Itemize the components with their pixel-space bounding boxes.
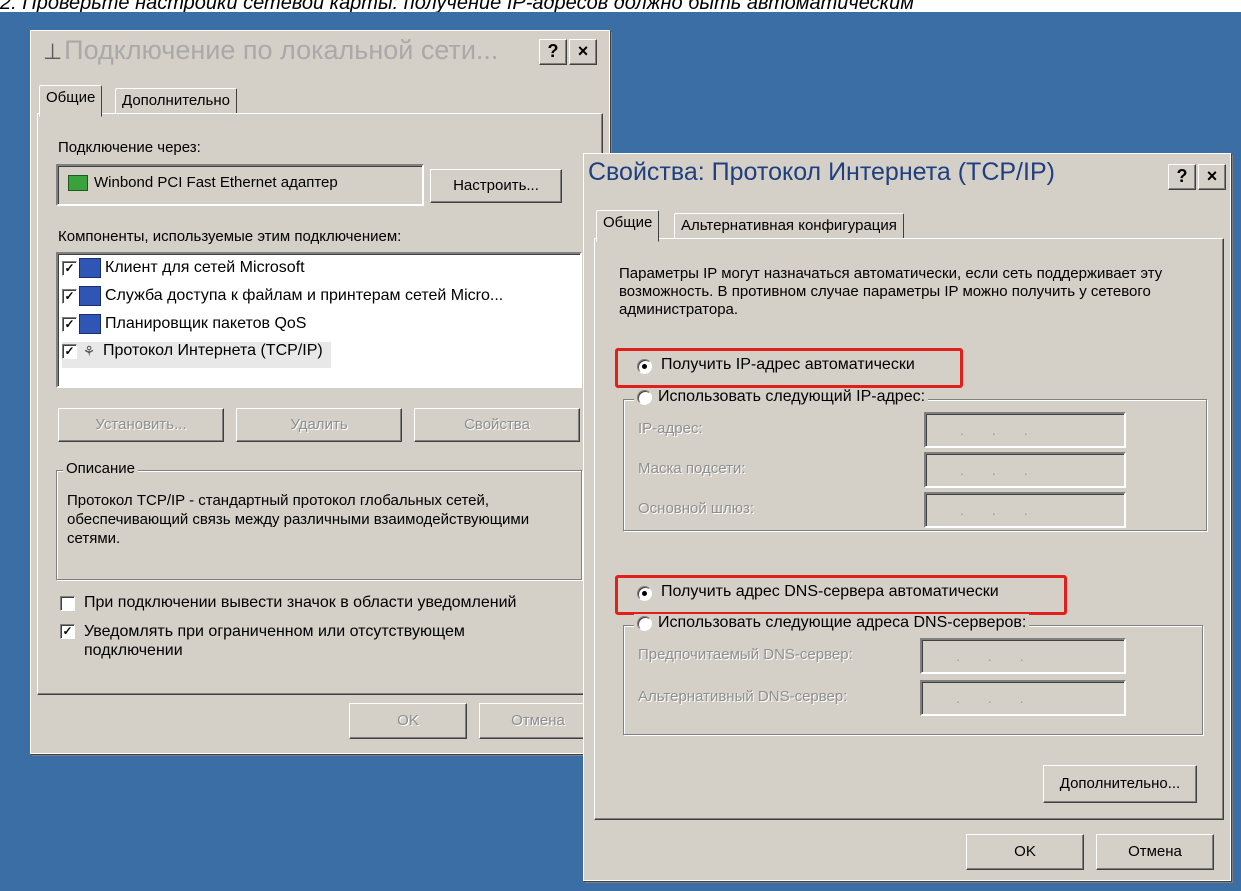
network-connection-icon: ⊥	[43, 39, 63, 64]
preferred-dns-label: Предпочитаемый DNS-сервер:	[638, 646, 853, 663]
subnet-mask-label: Маска подсети:	[638, 460, 746, 477]
ok-button[interactable]: OK	[349, 703, 467, 739]
description-text: Протокол TCP/IP - стандартный протокол г…	[67, 492, 530, 547]
gateway-label: Основной шлюз:	[638, 500, 755, 517]
tab-panel: Параметры IP могут назначаться автоматич…	[594, 238, 1224, 820]
properties-button[interactable]: Свойства	[414, 408, 580, 442]
component-label: Служба доступа к файлам и принтерам сете…	[105, 287, 504, 305]
remove-button[interactable]: Удалить	[236, 408, 402, 442]
window-title: Свойства: Протокол Интернета (TCP/IP)	[588, 158, 1055, 186]
component-checkbox[interactable]: ✓	[62, 343, 77, 359]
dns-manual-label: Использовать следующие адреса DNS-сервер…	[658, 614, 1027, 631]
help-button[interactable]: ?	[1168, 164, 1196, 190]
dns-auto-label: Получить адрес DNS-сервера автоматически	[661, 583, 999, 600]
close-button[interactable]: ×	[569, 39, 597, 65]
connect-via-label: Подключение через:	[58, 139, 201, 156]
subnet-mask-field[interactable]: ...	[924, 452, 1126, 488]
file-printer-sharing-icon	[79, 286, 101, 306]
instruction-caption: 2. Проверьте настройки сетевой карты: по…	[0, 0, 914, 12]
component-label: Планировщик пакетов QoS	[105, 315, 307, 333]
title-bar[interactable]: ⊥Подключение по локальной сети... ? ×	[33, 33, 607, 73]
install-button[interactable]: Установить...	[58, 408, 224, 442]
cancel-button[interactable]: Отмена	[479, 703, 597, 739]
adapter-box: Winbond PCI Fast Ethernet адаптер	[56, 164, 424, 206]
qos-scheduler-icon	[79, 314, 101, 334]
local-connection-properties-window: ⊥Подключение по локальной сети... ? × Об…	[30, 30, 610, 754]
ip-address-label: IP-адрес:	[638, 420, 703, 437]
advanced-button[interactable]: Дополнительно...	[1043, 765, 1197, 803]
notify-label: Уведомлять при ограниченном или отсутств…	[84, 623, 465, 659]
tcpip-properties-window: Свойства: Протокол Интернета (TCP/IP) ? …	[583, 153, 1231, 881]
list-item[interactable]: ✓ Планировщик пакетов QoS	[62, 314, 306, 340]
components-label: Компоненты, используемые этим подключени…	[58, 228, 402, 245]
window-title: Подключение по локальной сети...	[64, 35, 499, 65]
preferred-dns-field[interactable]: ...	[920, 638, 1126, 674]
alternate-dns-field[interactable]: ...	[920, 680, 1126, 716]
tab-general[interactable]: Общие	[39, 85, 103, 117]
list-item[interactable]: ✓ ⚘ Протокол Интернета (TCP/IP)	[62, 342, 331, 368]
list-item[interactable]: ✓ Служба доступа к файлам и принтерам сет…	[62, 286, 503, 312]
ip-manual-label: Использовать следующий IP-адрес:	[658, 388, 926, 405]
help-button[interactable]: ?	[539, 39, 567, 65]
info-text: Параметры IP могут назначаться автоматич…	[619, 265, 1163, 318]
tab-general[interactable]: Общие	[596, 210, 660, 242]
gateway-field[interactable]: ...	[924, 492, 1126, 528]
description-title: Описание	[63, 460, 139, 477]
network-client-icon	[79, 258, 101, 278]
dns-auto-radio[interactable]	[637, 586, 652, 601]
component-label: Клиент для сетей Microsoft	[105, 259, 305, 277]
title-bar[interactable]: Свойства: Протокол Интернета (TCP/IP) ? …	[586, 156, 1228, 196]
ip-auto-label: Получить IP-адрес автоматически	[661, 356, 915, 373]
components-list[interactable]: ✓ Клиент для сетей Microsoft ✓ Служба дост…	[56, 252, 582, 388]
cancel-button[interactable]: Отмена	[1096, 834, 1214, 870]
network-protocol-icon: ⚘	[82, 343, 96, 359]
tab-alternate-config[interactable]: Альтернативная конфигурация	[674, 213, 904, 239]
manual-ip-group: Использовать следующий IP-адрес: IP-адре…	[623, 388, 1207, 531]
adapter-name: Winbond PCI Fast Ethernet адаптер	[94, 174, 338, 191]
dns-manual-radio[interactable]	[637, 615, 652, 631]
ip-auto-radio[interactable]	[637, 359, 652, 374]
show-icon-checkbox[interactable]	[60, 596, 75, 611]
close-button[interactable]: ×	[1198, 164, 1226, 190]
component-checkbox[interactable]: ✓	[62, 288, 77, 304]
show-icon-label: При подключении вывести значок в области…	[84, 594, 517, 611]
tab-panel: Подключение через: Winbond PCI Fast Ethe…	[37, 113, 603, 695]
ip-address-field[interactable]: ...	[924, 412, 1126, 448]
list-item[interactable]: ✓ Клиент для сетей Microsoft	[62, 258, 305, 284]
manual-dns-group: Использовать следующие адреса DNS-сервер…	[623, 614, 1203, 735]
configure-button[interactable]: Настроить...	[430, 169, 562, 203]
alternate-dns-label: Альтернативный DNS-сервер:	[638, 688, 848, 705]
ip-manual-radio[interactable]	[637, 389, 652, 405]
component-checkbox[interactable]: ✓	[62, 316, 77, 332]
component-checkbox[interactable]: ✓	[62, 260, 77, 276]
network-adapter-icon	[68, 175, 88, 191]
description-group: Описание Протокол TCP/IP - стандартный п…	[56, 460, 582, 580]
tab-advanced[interactable]: Дополнительно	[115, 88, 237, 114]
notify-checkbox[interactable]: ✓	[60, 624, 75, 639]
component-label: Протокол Интернета (TCP/IP)	[103, 342, 323, 360]
ok-button[interactable]: OK	[966, 834, 1084, 870]
